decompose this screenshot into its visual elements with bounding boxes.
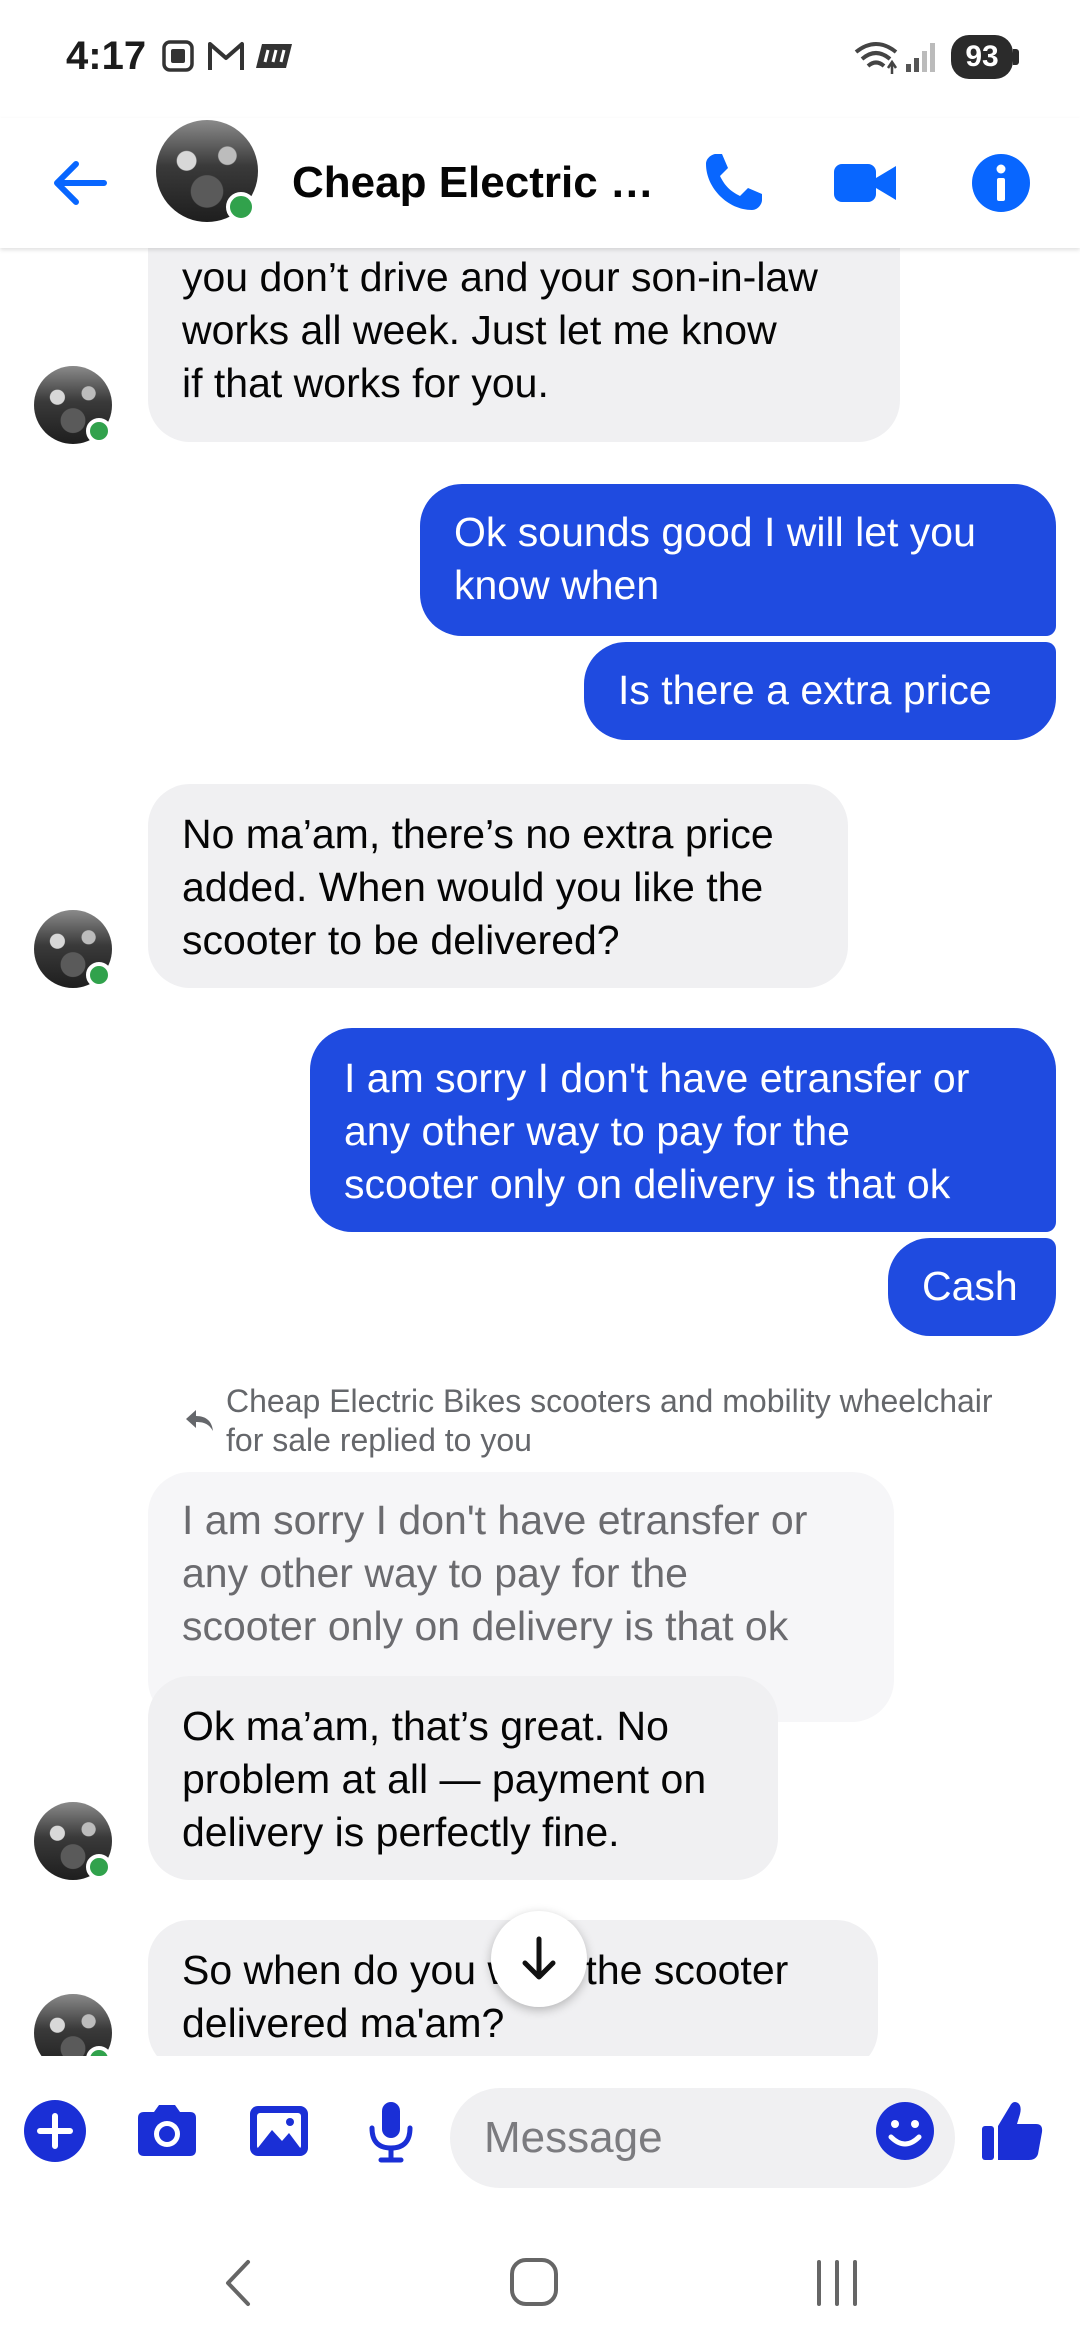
message-list[interactable]: scooter to you since I understand you do… — [0, 248, 1080, 2056]
screenshot-icon — [162, 40, 194, 72]
outgoing-message[interactable]: I am sorry I don't have etransfer or any… — [310, 1028, 1056, 1232]
online-status-dot — [86, 418, 112, 444]
online-status-dot — [226, 192, 256, 222]
incoming-message[interactable]: Ok ma’am, that’s great. No problem at al… — [148, 1676, 778, 1880]
nav-home-icon[interactable] — [494, 2248, 574, 2318]
chat-header: Cheap Electric Bi... — [0, 118, 1080, 248]
battery-cap — [1013, 49, 1019, 65]
gallery-icon[interactable] — [244, 2096, 314, 2166]
nav-recents-icon[interactable] — [797, 2248, 877, 2318]
online-status-dot — [86, 1854, 112, 1880]
plus-icon[interactable] — [20, 2096, 90, 2166]
status-time: 4:17 — [66, 34, 147, 78]
incoming-message[interactable]: scooter to you since I understand you do… — [148, 248, 900, 442]
phone-icon[interactable] — [698, 148, 768, 218]
video-camera-icon[interactable] — [830, 148, 900, 218]
emoji-icon[interactable] — [870, 2096, 940, 2166]
microphone-icon[interactable] — [356, 2096, 426, 2166]
outgoing-message[interactable]: Ok sounds good I will let you know when — [420, 484, 1056, 636]
battery-indicator: 93 — [951, 35, 1013, 79]
info-icon[interactable] — [966, 148, 1036, 218]
app-notification-icon — [256, 44, 292, 68]
camera-icon[interactable] — [132, 2096, 202, 2166]
signal-icon — [906, 43, 935, 72]
contact-name[interactable]: Cheap Electric Bi... — [292, 148, 668, 218]
thumbs-up-icon[interactable] — [978, 2096, 1048, 2166]
reply-label: Cheap Electric Bikes scooters and mobili… — [226, 1383, 993, 1458]
nav-back-icon[interactable] — [200, 2248, 280, 2318]
gmail-icon — [208, 42, 244, 70]
online-status-dot — [86, 962, 112, 988]
scroll-to-bottom-button[interactable] — [491, 1911, 587, 2007]
arrow-down-icon — [522, 1936, 556, 1980]
back-arrow-icon[interactable] — [44, 148, 114, 218]
outgoing-message[interactable]: Is there a extra price — [584, 642, 1056, 740]
reply-icon — [186, 1410, 213, 1431]
wifi-icon — [854, 42, 898, 74]
outgoing-message[interactable]: Cash — [888, 1238, 1056, 1336]
status-bar: 4:17 93 — [0, 0, 1080, 118]
incoming-message[interactable]: No ma’am, there’s no extra price added. … — [148, 784, 848, 988]
